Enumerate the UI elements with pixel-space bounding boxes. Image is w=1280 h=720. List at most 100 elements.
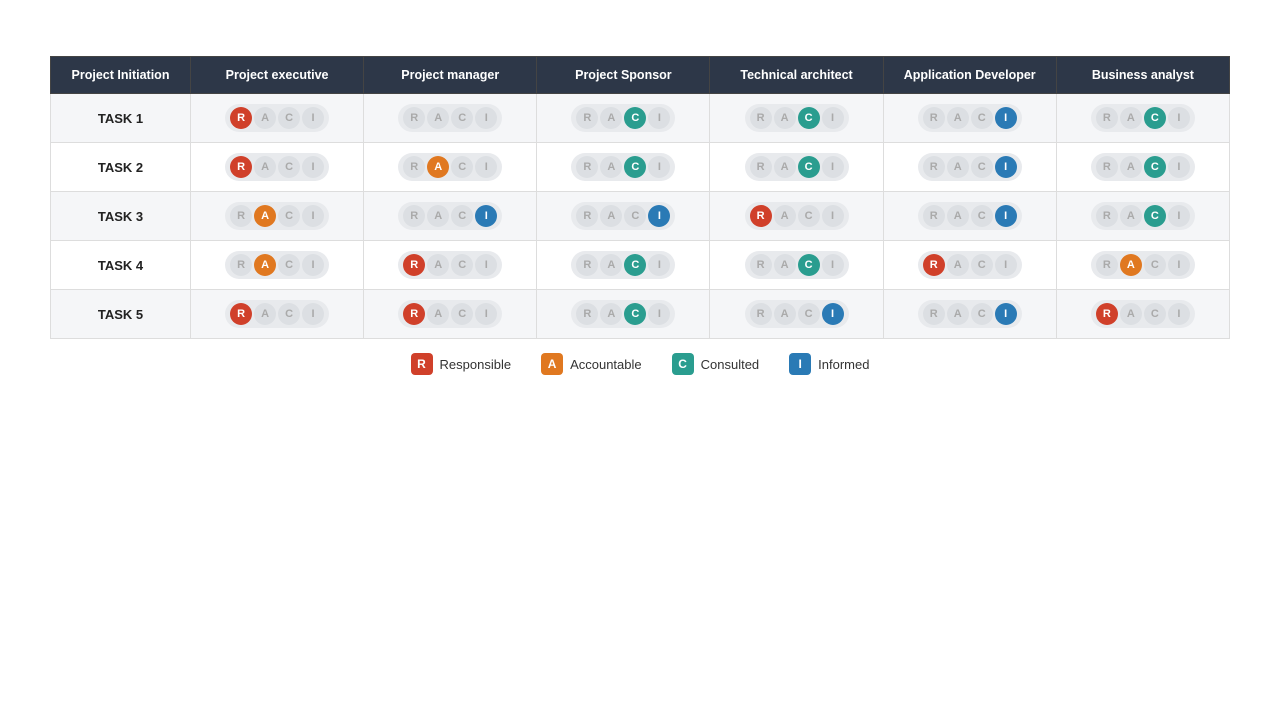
table-row: TASK 4RACIRACIRACIRACIRACIRACI <box>51 241 1230 290</box>
cell-1-2: RACI <box>537 143 710 192</box>
raci-i-badge: I <box>302 205 324 227</box>
raci-a-badge: A <box>947 303 969 325</box>
task-label-0: TASK 1 <box>51 94 191 143</box>
raci-r-badge: R <box>750 303 772 325</box>
raci-r-badge: R <box>230 107 252 129</box>
cell-0-4: RACI <box>883 94 1056 143</box>
raci-a-badge: A <box>427 303 449 325</box>
raci-c-badge: C <box>451 303 473 325</box>
raci-c-badge: C <box>624 156 646 178</box>
raci-i-badge: I <box>822 107 844 129</box>
raci-a-badge: A <box>774 254 796 276</box>
raci-i-badge: I <box>648 205 670 227</box>
raci-r-badge: R <box>1096 303 1118 325</box>
raci-i-badge: I <box>648 303 670 325</box>
table-row: TASK 3RACIRACIRACIRACIRACIRACI <box>51 192 1230 241</box>
raci-i-badge: I <box>995 156 1017 178</box>
raci-a-badge: A <box>427 156 449 178</box>
raci-c-badge: C <box>798 156 820 178</box>
raci-c-badge: C <box>624 254 646 276</box>
raci-r-badge: R <box>576 303 598 325</box>
cell-0-2: RACI <box>537 94 710 143</box>
raci-c-badge: C <box>971 107 993 129</box>
legend-item-c: C Consulted <box>672 353 760 375</box>
header-col-3: Project Sponsor <box>537 57 710 94</box>
raci-a-badge: A <box>774 107 796 129</box>
raci-c-badge: C <box>451 205 473 227</box>
cell-1-0: RACI <box>191 143 364 192</box>
raci-c-badge: C <box>798 205 820 227</box>
raci-r-badge: R <box>1096 107 1118 129</box>
raci-i-badge: I <box>302 107 324 129</box>
table-body: TASK 1RACIRACIRACIRACIRACIRACITASK 2RACI… <box>51 94 1230 339</box>
table-row: TASK 5RACIRACIRACIRACIRACIRACI <box>51 290 1230 339</box>
cell-1-4: RACI <box>883 143 1056 192</box>
cell-2-0: RACI <box>191 192 364 241</box>
legend-label-i: Informed <box>818 357 869 372</box>
cell-3-5: RACI <box>1056 241 1229 290</box>
header-col-4: Technical architect <box>710 57 883 94</box>
legend-item-r: RResponsible <box>411 353 512 375</box>
raci-i-badge: I <box>1168 205 1190 227</box>
raci-c-badge: C <box>451 156 473 178</box>
cell-1-3: RACI <box>710 143 883 192</box>
table-header: Project InitiationProject executiveProje… <box>51 57 1230 94</box>
legend-label-a: Accountable <box>570 357 642 372</box>
raci-r-badge: R <box>923 303 945 325</box>
raci-i-badge: I <box>822 156 844 178</box>
cell-4-0: RACI <box>191 290 364 339</box>
raci-c-badge: C <box>1144 205 1166 227</box>
raci-i-badge: I <box>822 205 844 227</box>
raci-i-badge: I <box>475 254 497 276</box>
raci-a-badge: A <box>774 303 796 325</box>
raci-c-badge: C <box>451 254 473 276</box>
raci-a-badge: A <box>254 156 276 178</box>
raci-r-badge: R <box>750 205 772 227</box>
raci-r-badge: R <box>750 156 772 178</box>
raci-r-badge: R <box>750 254 772 276</box>
header-row: Project InitiationProject executiveProje… <box>51 57 1230 94</box>
raci-i-badge: I <box>995 303 1017 325</box>
raci-i-badge: I <box>1168 254 1190 276</box>
raci-c-badge: C <box>451 107 473 129</box>
raci-r-badge: R <box>403 205 425 227</box>
legend-badge-i: I <box>789 353 811 375</box>
raci-a-badge: A <box>947 156 969 178</box>
cell-3-0: RACI <box>191 241 364 290</box>
raci-c-badge: C <box>1144 303 1166 325</box>
cell-4-4: RACI <box>883 290 1056 339</box>
table-row: TASK 2RACIRACIRACIRACIRACIRACI <box>51 143 1230 192</box>
cell-3-3: RACI <box>710 241 883 290</box>
raci-i-badge: I <box>822 254 844 276</box>
raci-i-badge: I <box>648 107 670 129</box>
raci-i-badge: I <box>648 156 670 178</box>
raci-a-badge: A <box>947 254 969 276</box>
raci-i-badge: I <box>475 205 497 227</box>
raci-a-badge: A <box>1120 254 1142 276</box>
raci-c-badge: C <box>278 205 300 227</box>
task-label-4: TASK 5 <box>51 290 191 339</box>
cell-0-1: RACI <box>364 94 537 143</box>
cell-0-0: RACI <box>191 94 364 143</box>
header-col-1: Project executive <box>191 57 364 94</box>
raci-a-badge: A <box>600 156 622 178</box>
raci-a-badge: A <box>774 205 796 227</box>
raci-i-badge: I <box>302 303 324 325</box>
cell-3-1: RACI <box>364 241 537 290</box>
raci-a-badge: A <box>1120 303 1142 325</box>
raci-i-badge: I <box>995 254 1017 276</box>
cell-2-4: RACI <box>883 192 1056 241</box>
raci-c-badge: C <box>624 205 646 227</box>
legend-label-c: Consulted <box>701 357 760 372</box>
cell-2-2: RACI <box>537 192 710 241</box>
raci-a-badge: A <box>947 205 969 227</box>
raci-i-badge: I <box>302 254 324 276</box>
raci-i-badge: I <box>302 156 324 178</box>
raci-r-badge: R <box>923 107 945 129</box>
raci-r-badge: R <box>576 254 598 276</box>
raci-r-badge: R <box>403 107 425 129</box>
raci-a-badge: A <box>254 107 276 129</box>
legend-badge-c: C <box>672 353 694 375</box>
cell-0-3: RACI <box>710 94 883 143</box>
raci-a-badge: A <box>427 107 449 129</box>
